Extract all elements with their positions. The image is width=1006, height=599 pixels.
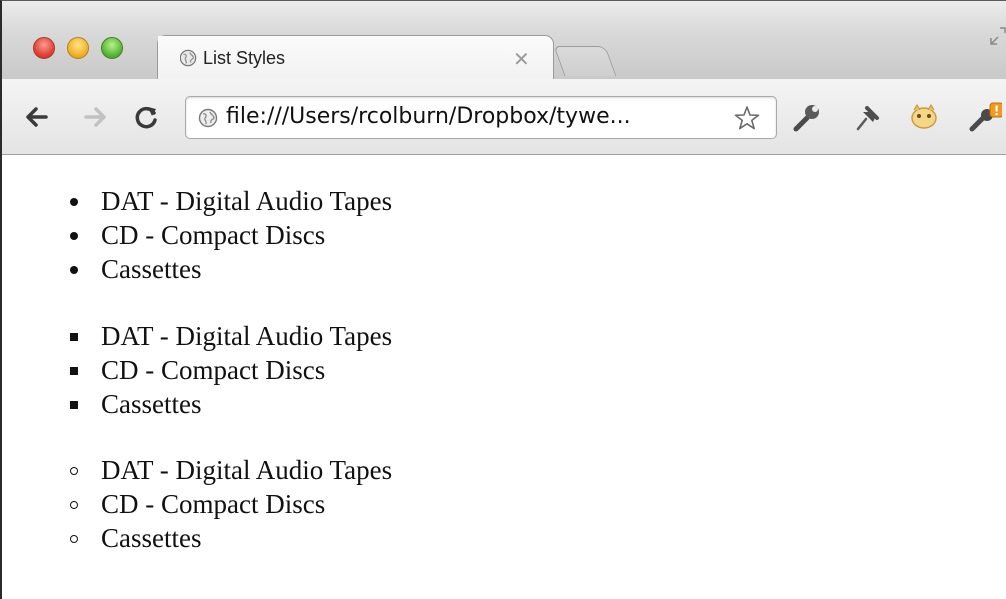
disc-bullet [70,232,78,240]
minimize-window-button[interactable] [67,37,89,59]
close-window-button[interactable] [33,37,55,59]
list-item: Cassettes [64,521,392,555]
extension-icon[interactable] [907,101,941,133]
list-item: Cassettes [64,387,392,421]
tab-title: List Styles [203,48,286,68]
toolbar: file:///Users/rcolburn/Dropbox/tywe... [2,79,1006,155]
list-item: CD - Compact Discs [64,487,392,521]
page-content: DAT - Digital Audio Tapes CD - Compact D… [2,155,1006,599]
square-bullet [70,401,78,409]
zoom-window-button[interactable] [101,37,123,59]
square-bullet [70,333,78,341]
circle-bullet [70,501,78,509]
circle-list: DAT - Digital Audio Tapes CD - Compact D… [64,453,392,555]
address-bar[interactable]: file:///Users/rcolburn/Dropbox/tywe... [185,96,777,139]
list-item: CD - Compact Discs [64,353,392,387]
tab-list-styles[interactable]: List Styles ✕ [157,35,554,82]
reload-icon[interactable] [132,103,160,131]
fullscreen-icon[interactable] [988,25,1006,47]
title-bar: List Styles ✕ [2,1,1006,82]
globe-icon [179,49,197,67]
list-item: DAT - Digital Audio Tapes [64,453,392,487]
back-arrow-icon[interactable] [22,103,50,131]
disc-list: DAT - Digital Audio Tapes CD - Compact D… [64,184,392,286]
globe-icon [198,108,218,128]
circle-bullet [70,467,78,475]
list-item: CD - Compact Discs [64,218,392,252]
list-item: DAT - Digital Audio Tapes [64,319,392,353]
url-text[interactable]: file:///Users/rcolburn/Dropbox/tywe... [226,104,631,129]
circle-bullet [70,535,78,543]
wrench-icon[interactable] [790,101,824,133]
star-icon[interactable] [733,104,761,132]
pin-icon[interactable] [850,101,884,133]
square-bullet [70,367,78,375]
disc-bullet [70,266,78,274]
forward-arrow-icon[interactable] [82,103,110,131]
browser-window: List Styles ✕ file:///Users/rcolburn/Dro… [0,0,1006,599]
list-item: DAT - Digital Audio Tapes [64,184,392,218]
square-list: DAT - Digital Audio Tapes CD - Compact D… [64,319,392,421]
list-item: Cassettes [64,252,392,286]
disc-bullet [70,198,78,206]
close-icon[interactable]: ✕ [513,47,530,71]
settings-wrench-icon[interactable] [968,101,1002,133]
new-tab-button[interactable] [553,46,617,76]
